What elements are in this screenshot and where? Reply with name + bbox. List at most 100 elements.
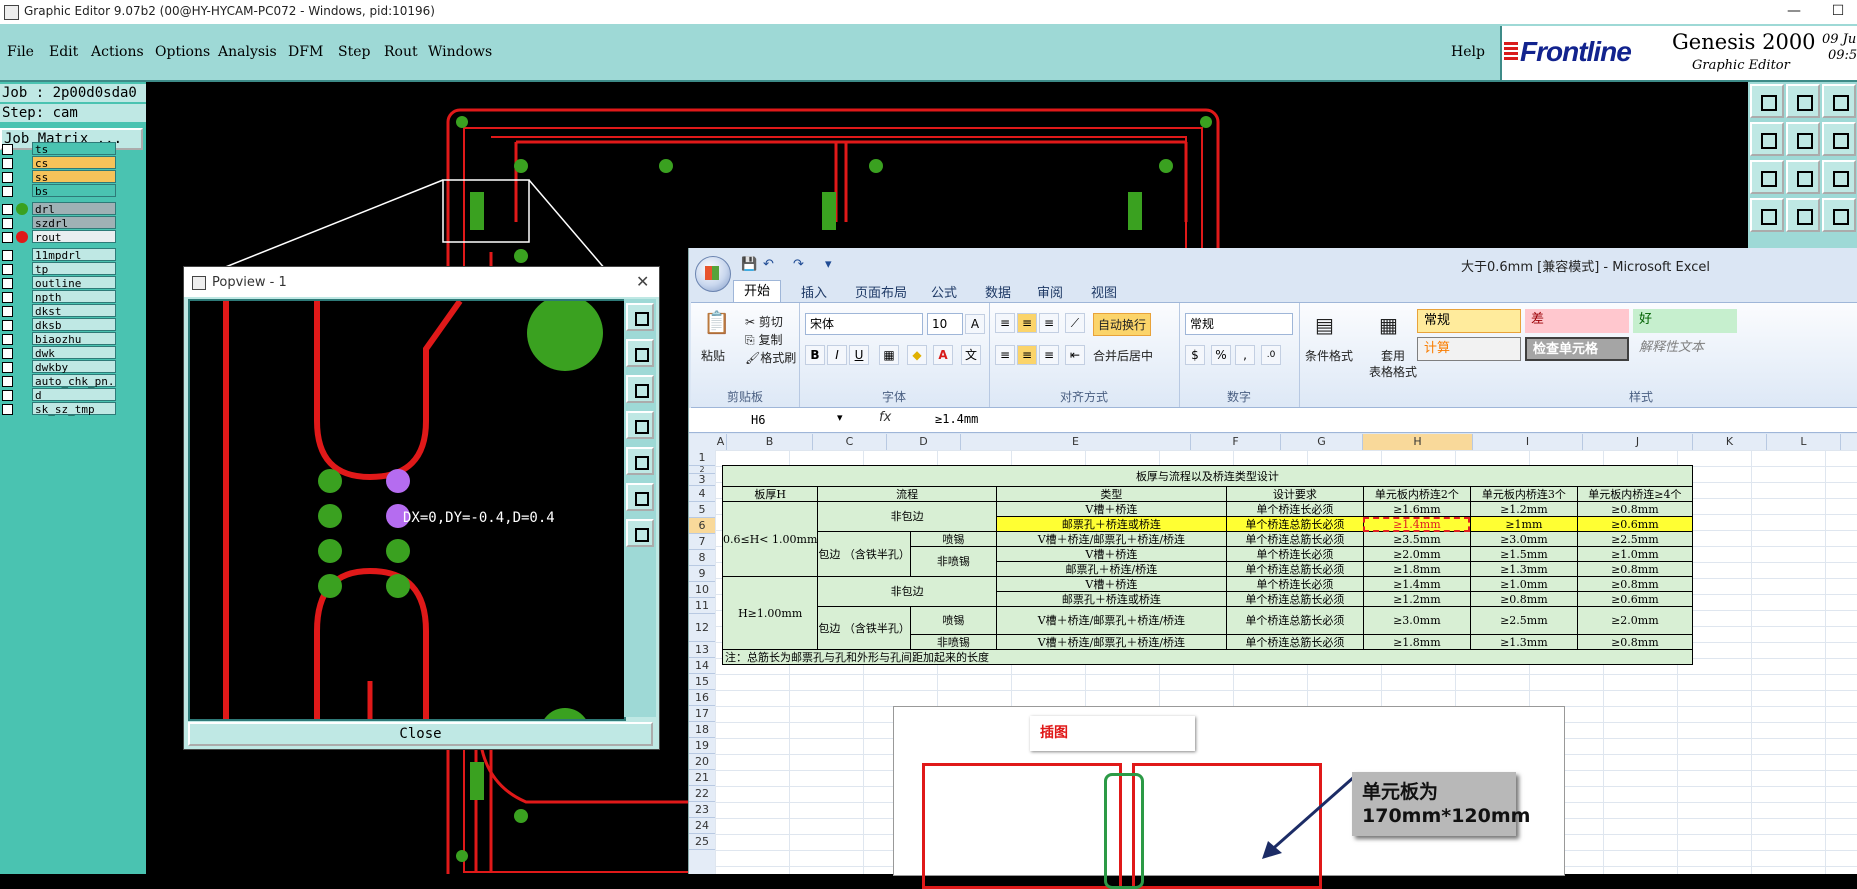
row-header[interactable]: 6: [689, 518, 715, 534]
bold-button[interactable]: B: [805, 345, 825, 365]
name-box-dropdown-icon[interactable]: ▾: [837, 411, 843, 424]
popview-tool-button[interactable]: [626, 303, 654, 331]
layer-name[interactable]: drl: [32, 202, 116, 216]
layer-name[interactable]: sk_sz_tmp: [32, 402, 116, 416]
paste-icon[interactable]: 📋: [703, 311, 730, 336]
row-header[interactable]: 13: [689, 642, 715, 658]
row-header[interactable]: 11: [689, 598, 715, 614]
row-header[interactable]: 22: [689, 786, 715, 802]
layer-row-autochkpn[interactable]: auto_chk_pn.: [0, 374, 116, 388]
orientation-icon[interactable]: ⟋: [1065, 313, 1085, 333]
toolbar-button[interactable]: [1822, 198, 1856, 232]
column-header[interactable]: I: [1473, 434, 1583, 450]
layer-row-szdrl[interactable]: szdrl: [0, 216, 116, 230]
align-left-icon[interactable]: ≡: [995, 345, 1015, 365]
grow-font-button[interactable]: A: [965, 314, 985, 334]
comma-button[interactable]: ,: [1235, 345, 1255, 365]
menu-edit[interactable]: Edit: [49, 44, 78, 60]
layer-checkbox[interactable]: [2, 232, 13, 243]
row-header[interactable]: 5: [689, 502, 715, 518]
row-header[interactable]: 25: [689, 834, 715, 850]
layer-name[interactable]: szdrl: [32, 216, 116, 230]
row-header[interactable]: 3: [689, 474, 715, 486]
column-header[interactable]: K: [1693, 434, 1767, 450]
toolbar-button[interactable]: [1786, 122, 1820, 156]
layer-name[interactable]: biaozhu: [32, 332, 116, 346]
layer-row-rout[interactable]: rout: [0, 230, 116, 244]
layer-name[interactable]: cs: [32, 156, 116, 170]
conditional-format-icon[interactable]: ▤: [1315, 313, 1334, 337]
column-header[interactable]: H: [1363, 434, 1473, 450]
layer-checkbox[interactable]: [2, 348, 13, 359]
table-format-button-1[interactable]: 套用: [1381, 347, 1405, 364]
row-header[interactable]: 9: [689, 566, 715, 582]
underline-button[interactable]: U: [849, 345, 869, 365]
menu-dfm[interactable]: DFM: [288, 44, 323, 60]
phonetic-icon[interactable]: 文: [961, 345, 981, 365]
layer-row-drl[interactable]: drl: [0, 202, 116, 216]
row-header[interactable]: 8: [689, 550, 715, 566]
popview-tool-button[interactable]: [626, 411, 654, 439]
currency-icon[interactable]: $: [1185, 345, 1205, 365]
layer-checkbox[interactable]: [2, 186, 13, 197]
tab-formulas[interactable]: 公式: [931, 282, 957, 301]
layer-row-biaozhu[interactable]: biaozhu: [0, 332, 116, 346]
menu-options[interactable]: Options: [155, 44, 210, 60]
undo-icon[interactable]: ↶: [763, 257, 774, 272]
align-middle-icon[interactable]: ≡: [1017, 313, 1037, 333]
conditional-format-button[interactable]: 条件格式: [1305, 347, 1353, 364]
font-name-select[interactable]: 宋体: [805, 313, 923, 335]
layer-checkbox[interactable]: [2, 250, 13, 261]
layer-name[interactable]: rout: [32, 230, 116, 244]
layer-name[interactable]: auto_chk_pn.: [32, 374, 116, 388]
percent-button[interactable]: %: [1211, 345, 1231, 365]
layer-name[interactable]: outline: [32, 276, 116, 290]
layer-name[interactable]: dwkby: [32, 360, 116, 374]
column-header[interactable]: E: [961, 434, 1191, 450]
name-box[interactable]: H6: [689, 410, 839, 430]
layer-row-d[interactable]: d: [0, 388, 116, 402]
layer-name[interactable]: tp: [32, 262, 116, 276]
layer-row-dwkby[interactable]: dwkby: [0, 360, 116, 374]
layer-checkbox[interactable]: [2, 390, 13, 401]
column-header[interactable]: J: [1583, 434, 1693, 450]
toolbar-button[interactable]: [1822, 160, 1856, 194]
table-format-button-2[interactable]: 表格格式: [1369, 363, 1417, 380]
layer-row-npth[interactable]: npth: [0, 290, 116, 304]
toolbar-button[interactable]: [1750, 198, 1784, 232]
layer-name[interactable]: ss: [32, 170, 116, 184]
popview-canvas[interactable]: DX=0,DY=-0.4,D=0.4: [188, 299, 626, 721]
column-header[interactable]: B: [727, 434, 813, 450]
popview-tool-button[interactable]: [626, 519, 654, 547]
layer-row-sksztmp[interactable]: sk_sz_tmp: [0, 402, 116, 416]
maximize-button[interactable]: ☐: [1816, 0, 1857, 24]
layer-row-bs[interactable]: bs: [0, 184, 116, 198]
row-header[interactable]: 20: [689, 754, 715, 770]
fill-color-icon[interactable]: ◆: [907, 345, 927, 365]
popview-tool-button[interactable]: [626, 447, 654, 475]
style-normal[interactable]: 常规: [1417, 309, 1521, 333]
toolbar-button[interactable]: [1822, 122, 1856, 156]
menu-rout[interactable]: Rout: [384, 44, 418, 60]
toolbar-button[interactable]: [1822, 84, 1856, 118]
minimize-button[interactable]: —: [1772, 0, 1816, 24]
layer-checkbox[interactable]: [2, 362, 13, 373]
layer-name[interactable]: ts: [32, 142, 116, 156]
column-header[interactable]: M: [1841, 434, 1857, 450]
layer-name[interactable]: dkst: [32, 304, 116, 318]
formula-input[interactable]: ≥1.4mm: [935, 412, 978, 426]
tab-view[interactable]: 视图: [1091, 282, 1117, 301]
layer-checkbox[interactable]: [2, 144, 13, 155]
layer-checkbox[interactable]: [2, 334, 13, 345]
row-header[interactable]: 4: [689, 486, 715, 502]
row-header[interactable]: 15: [689, 674, 715, 690]
row-header[interactable]: 1: [689, 450, 715, 466]
layer-checkbox[interactable]: [2, 158, 13, 169]
style-check[interactable]: 检查单元格: [1525, 337, 1629, 361]
tab-review[interactable]: 审阅: [1037, 282, 1063, 301]
column-header[interactable]: L: [1767, 434, 1841, 450]
toolbar-button[interactable]: [1786, 84, 1820, 118]
layer-name[interactable]: npth: [32, 290, 116, 304]
layer-checkbox[interactable]: [2, 278, 13, 289]
row-header[interactable]: 24: [689, 818, 715, 834]
